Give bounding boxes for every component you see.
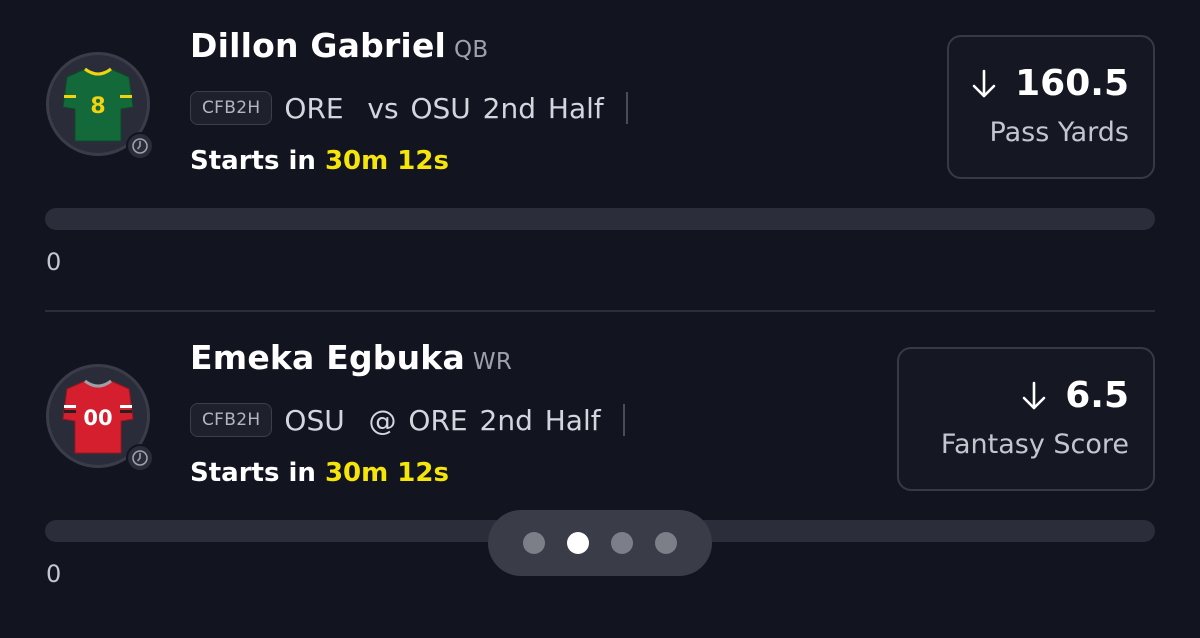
divider bbox=[45, 310, 1155, 312]
line-number: 6.5 bbox=[1065, 375, 1129, 416]
line-value: 160.5 bbox=[971, 63, 1129, 104]
stat-type: Pass Yards bbox=[989, 117, 1129, 148]
player-name: Emeka Egbuka bbox=[190, 338, 465, 377]
player-name-line: Emeka Egbuka WR bbox=[190, 338, 512, 377]
player-name: Dillon Gabriel bbox=[190, 26, 447, 65]
arrow-down-icon bbox=[1022, 381, 1046, 409]
arrow-down-icon bbox=[972, 69, 996, 97]
player-position: WR bbox=[472, 349, 513, 375]
countdown-time: 30m 12s bbox=[324, 146, 449, 176]
page-dot[interactable] bbox=[655, 532, 677, 554]
game-info: CFB2H OSU @ ORE 2nd Half bbox=[190, 401, 625, 439]
progress-value: 0 bbox=[46, 248, 62, 276]
separator bbox=[625, 92, 628, 124]
line-number: 160.5 bbox=[1015, 63, 1129, 104]
page-dot[interactable] bbox=[567, 532, 589, 554]
progress-value: 0 bbox=[46, 560, 62, 588]
game-info: CFB2H ORE vs OSU 2nd Half bbox=[190, 89, 628, 127]
league-badge: CFB2H bbox=[190, 91, 273, 125]
projection-box[interactable]: 6.5 Fantasy Score bbox=[897, 347, 1155, 491]
start-time: Starts in 30m 12s bbox=[190, 458, 449, 488]
clock-icon bbox=[126, 132, 154, 160]
starts-label: Starts in bbox=[190, 458, 316, 488]
player-position: QB bbox=[454, 37, 489, 63]
matchup-text: OSU @ ORE 2nd Half bbox=[284, 403, 601, 437]
clock-icon bbox=[126, 444, 154, 472]
league-badge: CFB2H bbox=[190, 403, 273, 437]
line-value: 6.5 bbox=[1021, 375, 1129, 416]
matchup-text: ORE vs OSU 2nd Half bbox=[284, 91, 604, 125]
starts-label: Starts in bbox=[190, 146, 316, 176]
jersey-number: 00 bbox=[83, 406, 112, 430]
countdown-time: 30m 12s bbox=[324, 458, 449, 488]
stat-type: Fantasy Score bbox=[940, 429, 1129, 460]
progress-bar bbox=[45, 208, 1155, 230]
start-time: Starts in 30m 12s bbox=[190, 146, 449, 176]
page-dot[interactable] bbox=[611, 532, 633, 554]
projection-box[interactable]: 160.5 Pass Yards bbox=[947, 35, 1155, 179]
separator bbox=[622, 404, 625, 436]
jersey-number: 8 bbox=[90, 94, 105, 119]
player-name-line: Dillon Gabriel QB bbox=[190, 26, 488, 65]
page-indicator[interactable] bbox=[488, 510, 712, 576]
page-dot[interactable] bbox=[523, 532, 545, 554]
